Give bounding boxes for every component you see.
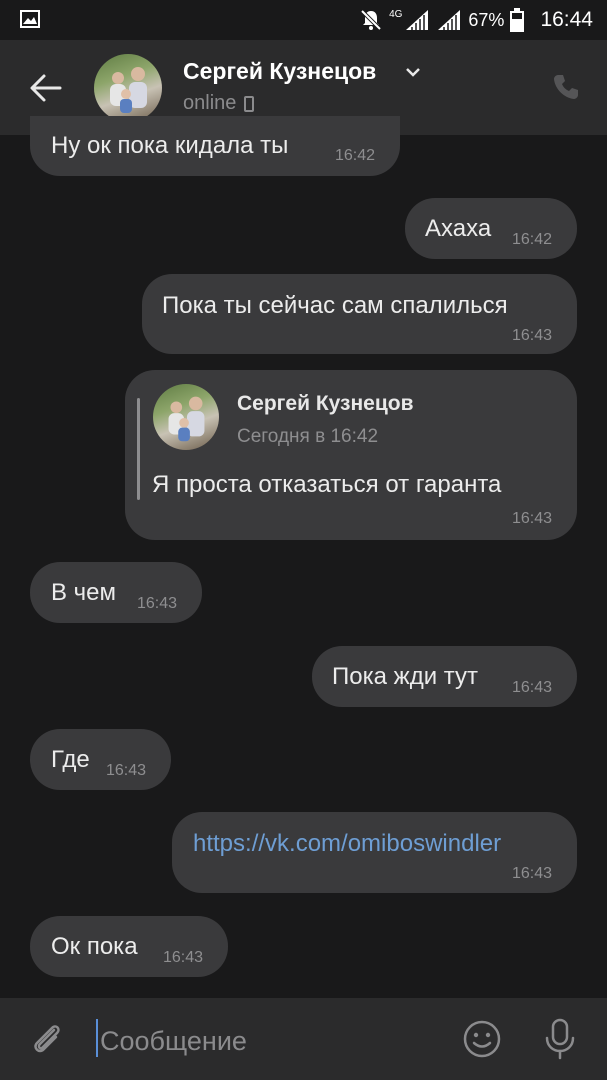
gallery-icon (20, 10, 40, 28)
message-link[interactable]: https://vk.com/omiboswindler (193, 830, 501, 858)
message-outgoing-link[interactable]: https://vk.com/omiboswindler 16:43 (172, 812, 577, 893)
status-bar: 4G 67% 16:44 (0, 0, 607, 40)
message-text: Я проста отказаться от гаранта (152, 471, 502, 498)
status-icons: 4G 67% 16:44 (359, 0, 593, 40)
message-composer (0, 998, 607, 1080)
message-outgoing[interactable]: Ахаха 16:42 (405, 198, 577, 259)
mute-icon (360, 9, 382, 31)
message-incoming[interactable]: Ок пока 16:43 (30, 916, 228, 977)
message-incoming[interactable]: Где 16:43 (30, 729, 171, 790)
message-input[interactable] (98, 1022, 442, 1060)
reply-quote-bar (137, 398, 140, 500)
message-outgoing[interactable]: Пока ты сейчас сам спалилься 16:43 (142, 274, 577, 354)
emoji-icon[interactable] (462, 1019, 502, 1059)
message-time: 16:43 (163, 949, 204, 966)
message-text: Где (51, 746, 90, 773)
message-outgoing[interactable]: Пока жди тут 16:43 (312, 646, 577, 707)
battery-icon (510, 8, 525, 32)
message-time: 16:43 (137, 595, 178, 612)
message-text: Пока ты сейчас сам спалилься (162, 292, 508, 319)
contact-status: online (183, 92, 255, 115)
message-time: 16:42 (335, 147, 376, 164)
message-incoming[interactable]: В чем 16:43 (30, 562, 202, 623)
message-time: 16:43 (512, 679, 553, 696)
contact-name[interactable]: Сергей Кузнецов (183, 58, 376, 85)
message-time: 16:43 (512, 865, 553, 882)
message-incoming[interactable]: Ну ок пока кидала ты 16:42 (30, 116, 400, 176)
message-text: Ахаха (425, 215, 492, 242)
reply-author: Сергей Кузнецов (237, 392, 414, 415)
signal-icon (438, 10, 461, 30)
battery-percent: 67% (468, 9, 505, 30)
phone-icon[interactable] (552, 73, 580, 101)
message-text: В чем (51, 579, 117, 606)
paperclip-icon[interactable] (28, 1020, 66, 1058)
microphone-icon[interactable] (542, 1017, 578, 1061)
reply-avatar (153, 384, 219, 450)
mobile-icon (244, 95, 255, 112)
message-time: 16:43 (512, 510, 553, 527)
network-type: 4G (389, 8, 403, 20)
message-text: Ок пока (51, 933, 138, 960)
status-clock: 16:44 (540, 8, 593, 31)
message-time: 16:43 (106, 762, 147, 779)
contact-avatar[interactable] (94, 54, 162, 122)
chevron-down-icon[interactable] (405, 66, 421, 78)
message-time: 16:43 (512, 327, 553, 344)
message-text: Пока жди тут (332, 663, 479, 690)
reply-date: Сегодня в 16:42 (237, 426, 379, 447)
status-text: online (183, 92, 237, 114)
signal-icon (406, 10, 429, 30)
back-arrow-icon[interactable] (28, 70, 64, 106)
message-time: 16:42 (512, 231, 553, 248)
message-text: Ну ок пока кидала ты (51, 132, 289, 159)
message-outgoing-reply[interactable]: Сергей Кузнецов Сегодня в 16:42 Я проста… (125, 370, 577, 540)
